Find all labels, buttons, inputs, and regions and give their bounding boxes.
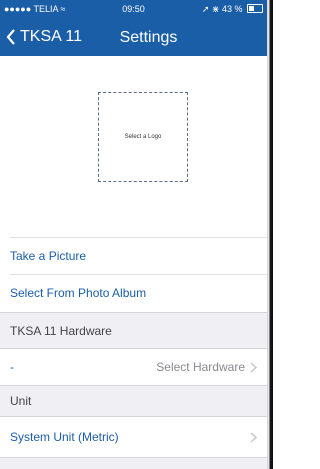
status-bar: ●●●●● TELIA ≈ 09:50 ➚ ⋇ 43 % [0,0,267,20]
location-icon: ➚ [201,4,210,14]
select-hardware-row[interactable]: - Select Hardware [0,349,267,385]
photo-album-row[interactable]: Select From Photo Album [0,275,267,311]
select-logo-box[interactable]: Select a Logo [98,92,188,182]
bottom-spacer [0,458,267,469]
hardware-current-value: - [10,360,14,374]
screen: ●●●●● TELIA ≈ 09:50 ➚ ⋇ 43 % TKSA 11 Set… [0,0,267,469]
unit-section-header: Unit [0,386,267,416]
hardware-section-header: TKSA 11 Hardware [0,313,267,348]
select-logo-label: Select a Logo [124,134,162,140]
chevron-right-icon [250,431,257,443]
take-picture-row[interactable]: Take a Picture [0,238,267,274]
page-title: Settings [119,29,178,46]
unit-system-label: System Unit (Metric) [10,430,119,444]
device-bezel [267,0,273,469]
logo-area: Select a Logo [0,56,267,237]
hardware-header-label: TKSA 11 Hardware [10,323,112,338]
status-right: ➚ ⋇ 43 % [202,4,263,15]
unit-system-row[interactable]: System Unit (Metric) [0,417,267,457]
battery-percent: 43 % [221,4,243,14]
battery-icon [247,4,263,13]
unit-header-label: Unit [10,394,32,408]
app-frame: ●●●●● TELIA ≈ 09:50 ➚ ⋇ 43 % TKSA 11 Set… [0,0,273,469]
photo-album-label: Select From Photo Album [10,286,147,300]
chevron-right-icon [250,361,257,373]
bluetooth-icon: ⋇ [211,4,220,14]
select-hardware-label: Select Hardware [156,360,245,374]
navigation-bar: TKSA 11 Settings [0,20,267,56]
take-picture-label: Take a Picture [10,249,87,263]
